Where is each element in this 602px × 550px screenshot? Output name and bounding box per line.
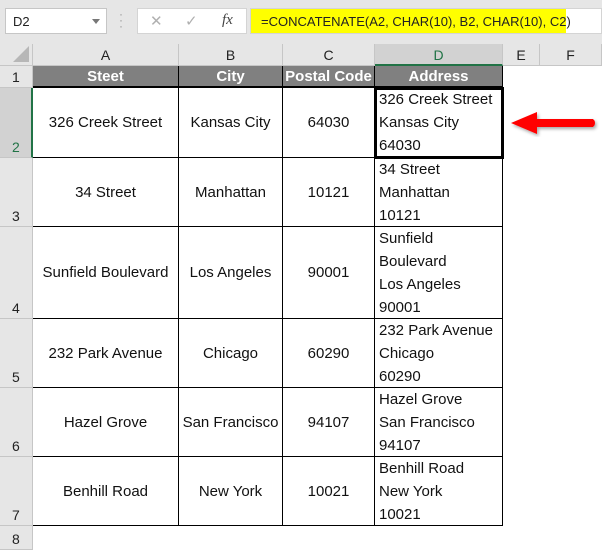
- address-line: 60290: [379, 368, 421, 385]
- row-header-8[interactable]: 8: [0, 526, 33, 550]
- postal-code-cell[interactable]: 60290: [283, 319, 375, 388]
- address-line: Boulevard: [379, 253, 447, 270]
- select-all-icon: [13, 46, 29, 62]
- address-cell[interactable]: 232 Park Avenue Chicago 60290: [375, 319, 503, 388]
- name-box-value: D2: [13, 14, 30, 29]
- drag-handle-icon[interactable]: · · ·: [119, 8, 123, 32]
- column-header-b[interactable]: B: [179, 44, 283, 66]
- row-header-3[interactable]: 3: [0, 158, 33, 227]
- address-line: 90001: [379, 299, 421, 316]
- insert-function-icon[interactable]: fx: [222, 12, 233, 29]
- address-line: 232 Park Avenue: [379, 322, 493, 339]
- select-all-button[interactable]: [0, 44, 33, 66]
- address-cell[interactable]: 34 Street Manhattan 10121: [375, 158, 503, 227]
- address-line: Chicago: [379, 345, 435, 362]
- address-cell[interactable]: Hazel Grove San Francisco 94107: [375, 388, 503, 457]
- column-header-a[interactable]: A: [33, 44, 179, 66]
- header-cell-postal-code[interactable]: Postal Code: [283, 66, 375, 88]
- red-arrow-annotation: [511, 112, 595, 134]
- street-cell[interactable]: Hazel Grove: [33, 388, 179, 457]
- address-line: 10021: [379, 506, 421, 523]
- street-cell[interactable]: 34 Street: [33, 158, 179, 227]
- city-cell[interactable]: Kansas City: [179, 88, 283, 158]
- chevron-down-icon[interactable]: [92, 19, 100, 24]
- address-cell[interactable]: Benhill Road New York 10021: [375, 457, 503, 526]
- address-cell[interactable]: Sunfield Boulevard Los Angeles 90001: [375, 227, 503, 319]
- address-line: 326 Creek Street: [379, 91, 493, 108]
- row-header-7[interactable]: 7: [0, 457, 33, 526]
- address-line: 34 Street: [379, 161, 440, 178]
- header-cell-street[interactable]: Steet: [33, 66, 179, 88]
- row-header-5[interactable]: 5: [0, 319, 33, 388]
- address-line: New York: [379, 483, 443, 500]
- formula-text: =CONCATENATE(A2, CHAR(10), B2, CHAR(10),…: [251, 9, 571, 33]
- formula-buttons: ✕ ✓ fx: [137, 8, 247, 34]
- column-header-d[interactable]: D: [375, 44, 503, 66]
- address-line: Hazel Grove: [379, 391, 463, 408]
- city-cell[interactable]: Chicago: [179, 319, 283, 388]
- city-cell[interactable]: Manhattan: [179, 158, 283, 227]
- row-header-1[interactable]: 1: [0, 66, 33, 88]
- street-cell[interactable]: 232 Park Avenue: [33, 319, 179, 388]
- postal-code-cell[interactable]: 10021: [283, 457, 375, 526]
- city-cell[interactable]: New York: [179, 457, 283, 526]
- row-header-6[interactable]: 6: [0, 388, 33, 457]
- row-header-2[interactable]: 2: [0, 88, 33, 158]
- column-header-e[interactable]: E: [503, 44, 540, 66]
- address-line: Sunfield: [379, 230, 434, 247]
- column-header-c[interactable]: C: [283, 44, 375, 66]
- address-line: Kansas City: [379, 114, 460, 131]
- city-cell[interactable]: Los Angeles: [179, 227, 283, 319]
- address-cell-selected[interactable]: 326 Creek Street Kansas City 64030: [374, 87, 504, 159]
- city-cell[interactable]: San Francisco: [179, 388, 283, 457]
- address-line: Los Angeles: [379, 276, 461, 293]
- header-cell-city[interactable]: City: [179, 66, 283, 88]
- street-cell[interactable]: Sunfield Boulevard: [33, 227, 179, 319]
- column-header-f[interactable]: F: [540, 44, 602, 66]
- address-line: Manhattan: [379, 184, 450, 201]
- postal-code-cell[interactable]: 64030: [283, 88, 375, 158]
- address-line: 94107: [379, 437, 421, 454]
- address-line: Benhill Road: [379, 460, 465, 477]
- postal-code-cell[interactable]: 10121: [283, 158, 375, 227]
- arrow-left-icon: [511, 112, 593, 134]
- row-header-4[interactable]: 4: [0, 227, 33, 319]
- address-line: 10121: [379, 207, 421, 224]
- header-cell-address[interactable]: Address: [375, 66, 503, 88]
- cancel-icon[interactable]: ✕: [150, 12, 163, 30]
- street-cell[interactable]: 326 Creek Street: [33, 88, 179, 158]
- enter-icon[interactable]: ✓: [185, 12, 198, 30]
- name-box[interactable]: D2: [5, 8, 107, 34]
- postal-code-cell[interactable]: 94107: [283, 388, 375, 457]
- address-line: 64030: [379, 137, 421, 154]
- address-line: San Francisco: [379, 414, 475, 431]
- postal-code-cell[interactable]: 90001: [283, 227, 375, 319]
- formula-input[interactable]: =CONCATENATE(A2, CHAR(10), B2, CHAR(10),…: [250, 8, 602, 34]
- street-cell[interactable]: Benhill Road: [33, 457, 179, 526]
